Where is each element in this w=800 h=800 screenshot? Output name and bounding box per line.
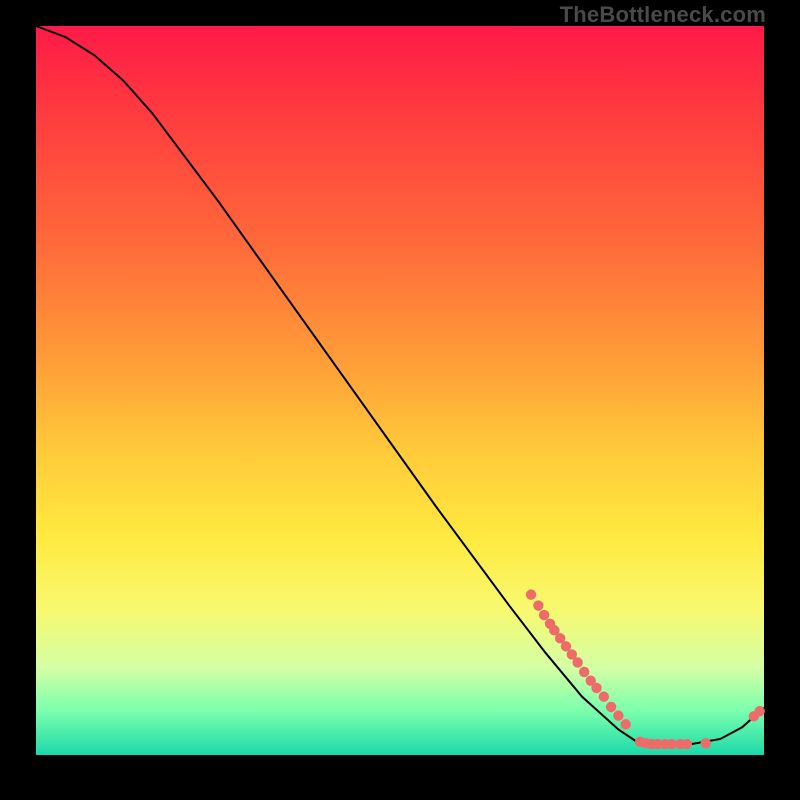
chart-overlay	[36, 26, 764, 755]
data-point	[606, 702, 616, 712]
watermark-text: TheBottleneck.com	[560, 2, 766, 28]
data-point	[682, 739, 692, 749]
data-point	[533, 600, 543, 610]
chart-frame: TheBottleneck.com	[0, 0, 800, 800]
data-point	[613, 710, 623, 720]
data-point	[754, 706, 764, 716]
data-point	[591, 683, 601, 693]
data-point	[572, 657, 582, 667]
data-point	[579, 667, 589, 677]
data-point	[599, 691, 609, 701]
data-point	[539, 610, 549, 620]
bottleneck-curve	[36, 26, 764, 744]
marker-group	[526, 589, 765, 749]
data-point	[526, 589, 536, 599]
data-point	[701, 738, 711, 748]
data-point	[620, 719, 630, 729]
